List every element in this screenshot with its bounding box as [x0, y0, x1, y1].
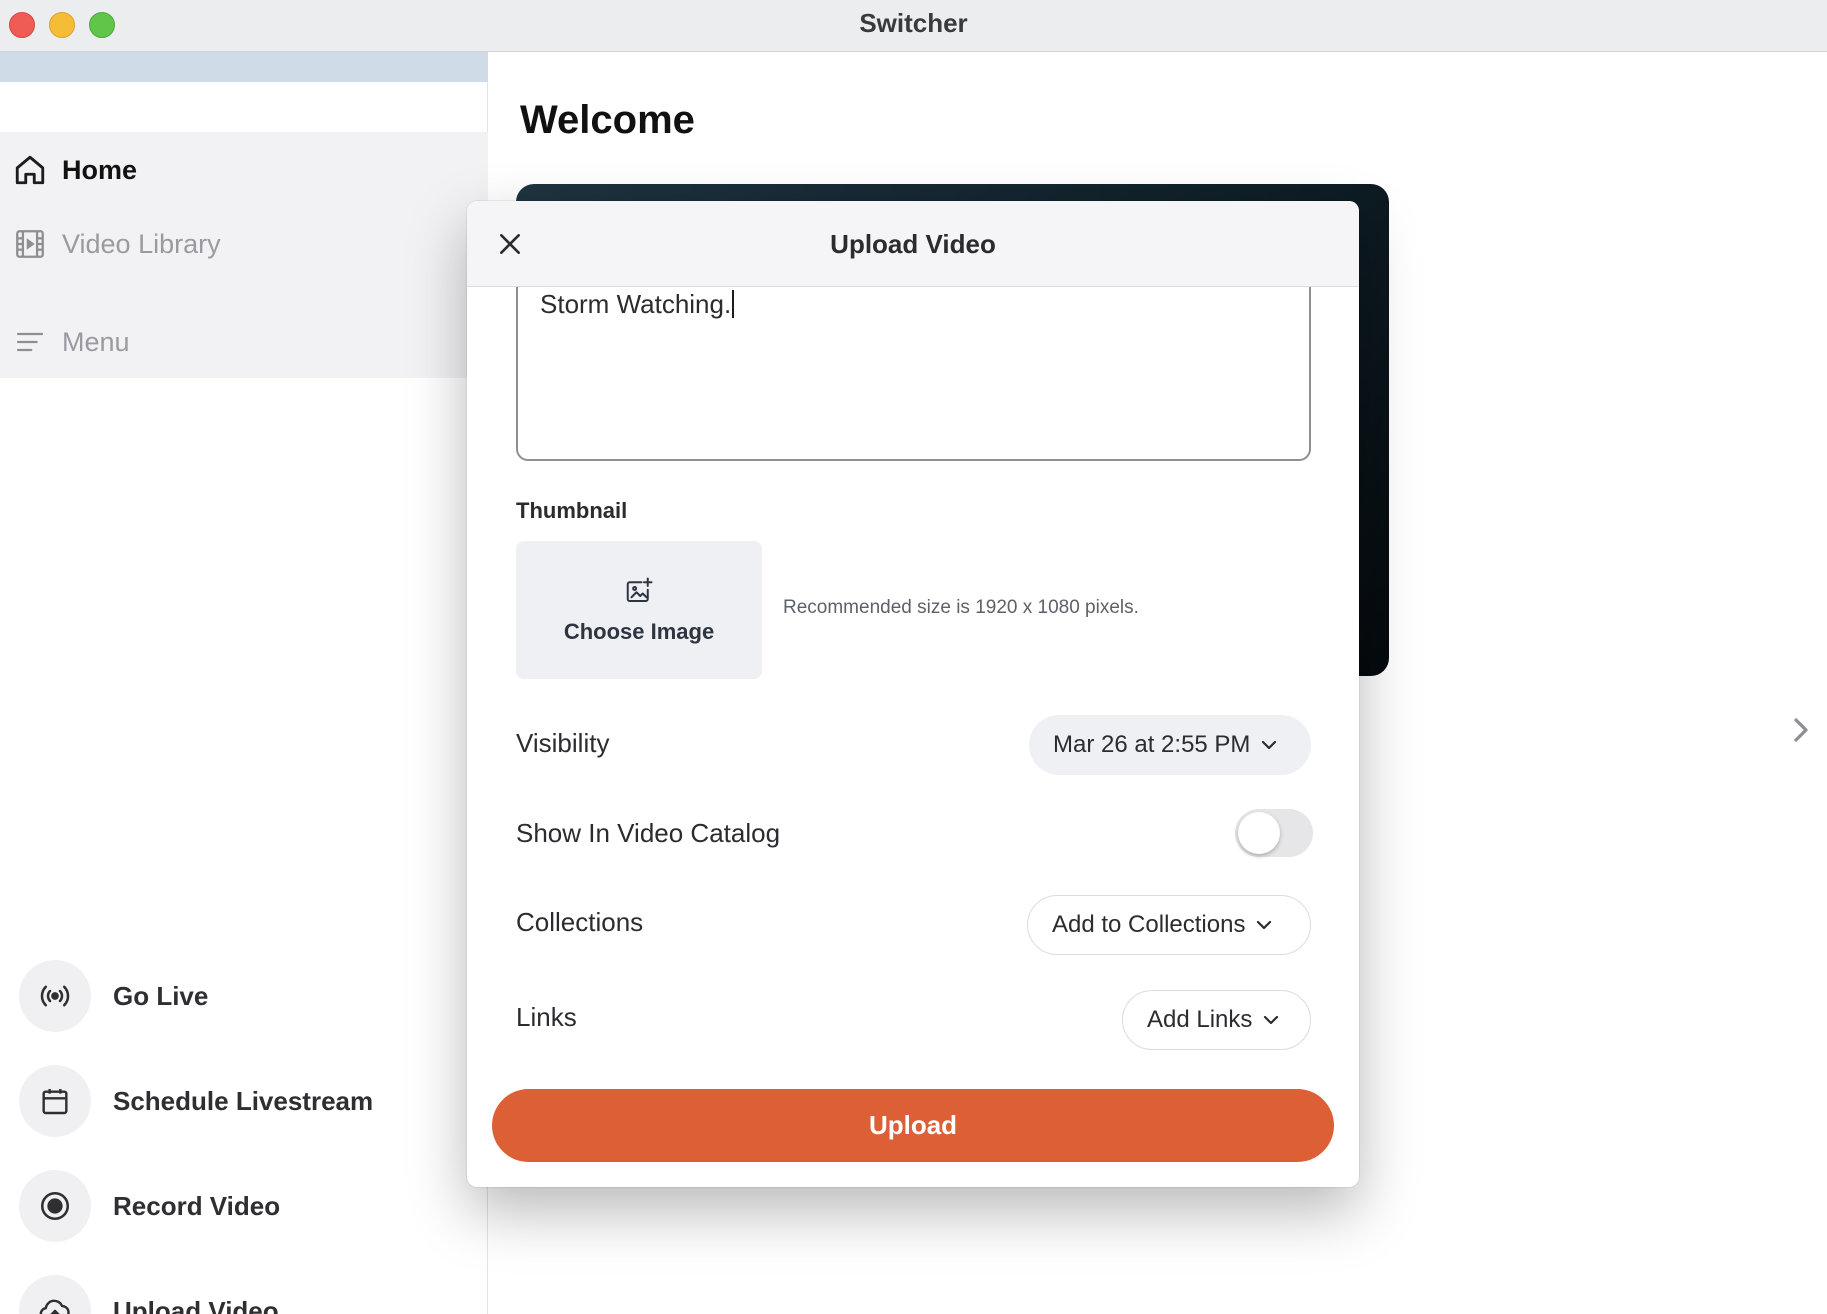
sidebar-item-label: Home: [62, 154, 138, 185]
film-icon: [12, 226, 48, 262]
dialog-header: Upload Video: [467, 201, 1359, 287]
sidebar-item-label: Video Library: [62, 228, 221, 259]
sidebar-item-menu[interactable]: Menu: [0, 312, 488, 372]
text-cursor: [732, 290, 735, 318]
record-icon: [19, 1170, 91, 1242]
description-value: Storm Watching.: [540, 289, 732, 319]
upload-video-button[interactable]: Upload Video: [19, 1274, 279, 1314]
choose-image-label: Choose Image: [563, 618, 715, 644]
add-to-collections-dropdown[interactable]: Add to Collections: [1027, 895, 1311, 955]
thumbnail-label: Thumbnail: [516, 498, 628, 523]
chevron-down-icon: [1262, 1014, 1280, 1026]
dialog-title: Upload Video: [830, 229, 996, 259]
chevron-right-icon[interactable]: [1790, 716, 1810, 749]
thumbnail-size-hint: Recommended size is 1920 x 1080 pixels.: [783, 597, 1139, 618]
show-in-catalog-label: Show In Video Catalog: [516, 818, 781, 848]
record-video-button[interactable]: Record Video: [19, 1169, 280, 1243]
links-label: Links: [516, 1002, 577, 1032]
sidebar-item-home[interactable]: Home: [0, 140, 488, 200]
add-links-dropdown[interactable]: Add Links: [1122, 990, 1311, 1050]
upload-button[interactable]: Upload: [492, 1089, 1334, 1162]
cloud-upload-icon: [19, 1275, 91, 1314]
description-textarea[interactable]: Storm Watching.: [516, 261, 1311, 461]
show-in-catalog-toggle[interactable]: [1235, 809, 1313, 857]
menu-icon: [12, 324, 48, 360]
home-icon: [12, 152, 48, 188]
chevron-down-icon: [1255, 919, 1273, 931]
schedule-livestream-button[interactable]: Schedule Livestream: [19, 1064, 373, 1138]
window-title: Switcher: [859, 8, 968, 38]
action-label: Upload Video: [113, 1295, 279, 1314]
collections-label: Collections: [516, 907, 644, 937]
sidebar-item-label: Menu: [62, 326, 130, 357]
add-image-icon: [624, 576, 654, 611]
title-bar: Switcher: [0, 0, 1827, 52]
sidebar-top-strip: [0, 52, 488, 82]
toggle-knob: [1238, 812, 1280, 854]
broadcast-icon: [19, 960, 91, 1032]
action-label: Go Live: [113, 980, 209, 1011]
add-links-label: Add Links: [1147, 1006, 1253, 1033]
page-title: Welcome: [520, 98, 695, 142]
visibility-date-value: Mar 26 at 2:55 PM: [1053, 731, 1251, 758]
close-icon[interactable]: [493, 227, 527, 261]
go-live-button[interactable]: Go Live: [19, 959, 208, 1033]
sidebar: Home Video Library Menu Go Live Schedule…: [0, 52, 488, 1314]
choose-image-button[interactable]: Choose Image: [516, 541, 762, 679]
calendar-icon: [19, 1065, 91, 1137]
action-label: Record Video: [113, 1190, 281, 1221]
action-label: Schedule Livestream: [113, 1085, 374, 1116]
visibility-label: Visibility: [516, 728, 610, 758]
upload-video-dialog: Storm Watching. Upload Video Thumbnail C…: [467, 201, 1359, 1187]
add-to-collections-label: Add to Collections: [1052, 911, 1246, 938]
visibility-date-dropdown[interactable]: Mar 26 at 2:55 PM: [1029, 715, 1311, 775]
sidebar-item-video-library[interactable]: Video Library: [0, 214, 488, 274]
chevron-down-icon: [1260, 739, 1278, 751]
